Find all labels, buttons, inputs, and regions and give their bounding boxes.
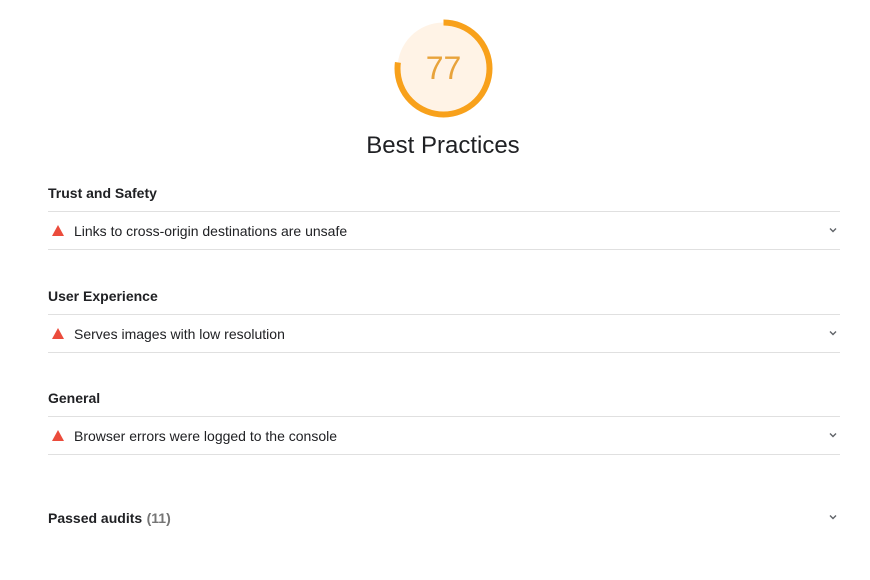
score-gauge: 77: [392, 17, 495, 120]
audit-title: Serves images with low resolution: [74, 325, 285, 342]
chevron-down-icon[interactable]: [828, 328, 838, 338]
score-value: 77: [425, 50, 462, 86]
audit-item[interactable]: Serves images with low resolution: [48, 314, 840, 353]
group-trust-and-safety: Trust and Safety Links to cross-origin d…: [48, 183, 840, 250]
fail-triangle-icon: [52, 225, 64, 236]
passed-audits-label: Passed audits: [48, 510, 143, 526]
group-user-experience: User Experience Serves images with low r…: [48, 286, 840, 353]
audit-title: Browser errors were logged to the consol…: [74, 427, 338, 444]
fail-triangle-icon: [52, 430, 64, 441]
audit-item[interactable]: Browser errors were logged to the consol…: [48, 416, 840, 455]
audit-title: Links to cross-origin destinations are u…: [74, 222, 348, 239]
group-title: General: [48, 390, 101, 406]
passed-audits-toggle[interactable]: Passed audits (11): [48, 508, 840, 528]
fail-triangle-icon: [52, 328, 64, 339]
audit-item[interactable]: Links to cross-origin destinations are u…: [48, 211, 840, 250]
group-title: Trust and Safety: [48, 185, 157, 201]
group-title: User Experience: [48, 288, 158, 304]
passed-audits-count: (11): [146, 510, 171, 526]
category-title: Best Practices: [366, 132, 520, 159]
chevron-down-icon[interactable]: [828, 430, 838, 440]
chevron-down-icon[interactable]: [828, 225, 838, 235]
group-general: General Browser errors were logged to th…: [48, 388, 840, 455]
chevron-down-icon[interactable]: [828, 512, 838, 522]
